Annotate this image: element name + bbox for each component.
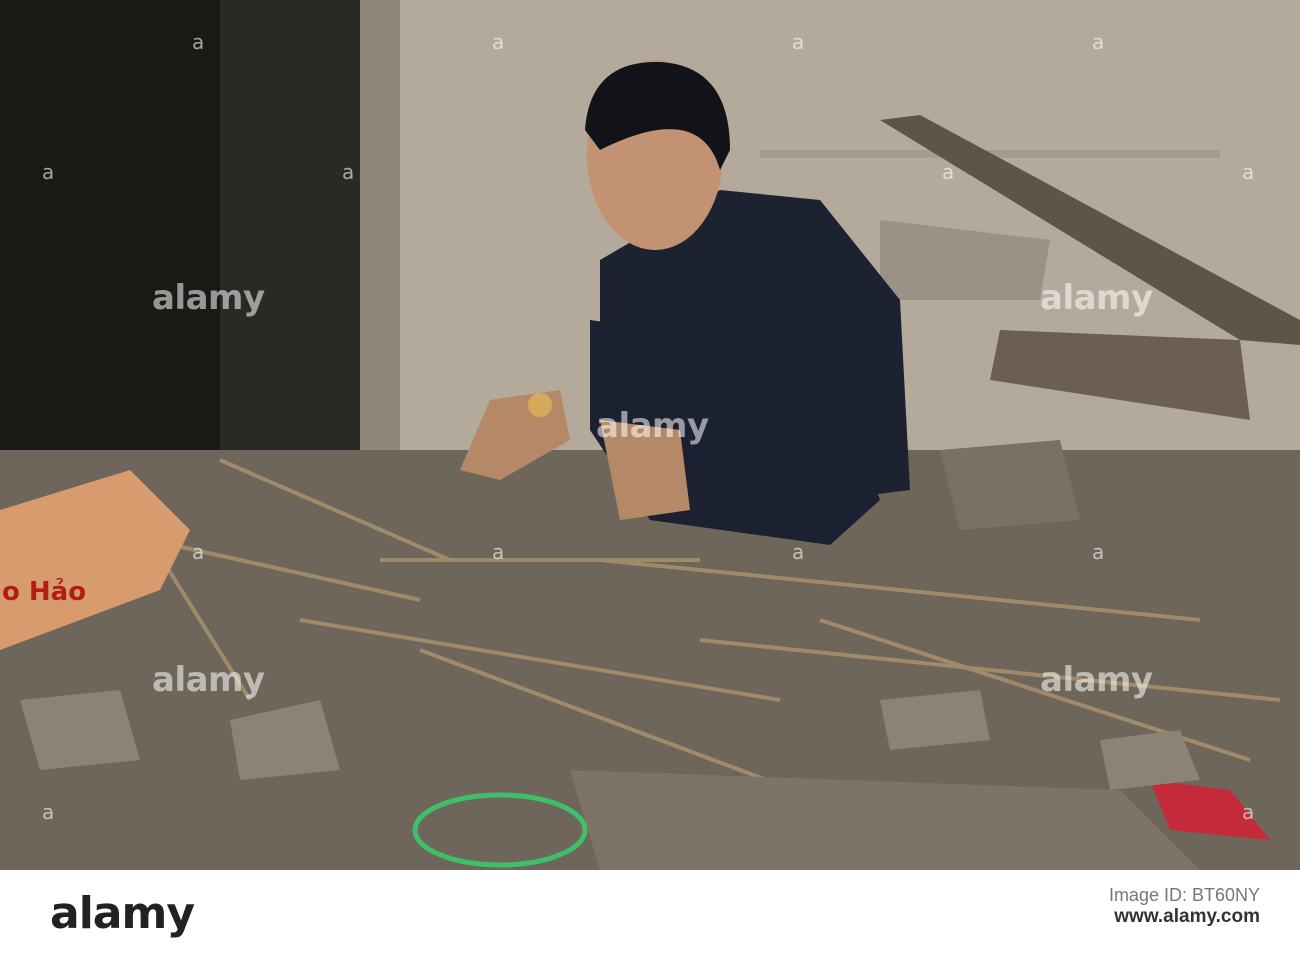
stock-info: Image ID: BT60NY www.alamy.com (1109, 884, 1260, 928)
watermark-bottom-right: alamy (1040, 660, 1153, 700)
watermark-dot-6: a (342, 160, 355, 184)
watermark-dot-4: a (1092, 30, 1105, 54)
watermark-dot-8: a (1242, 160, 1255, 184)
watermark-center: alamy (596, 406, 709, 446)
watermark-dot-10: a (492, 540, 505, 564)
watermark-dot-12: a (1092, 540, 1105, 564)
watermark-bottom-left: alamy (152, 660, 265, 700)
watermark-right: alamy (1040, 278, 1153, 318)
watermark-dot-11: a (792, 540, 805, 564)
watermark-dot-5: a (42, 160, 55, 184)
alamy-logo: alamy (50, 888, 195, 939)
watermark-left: alamy (152, 278, 265, 318)
watermark-dot-3: a (792, 30, 805, 54)
footer-bar: alamy Image ID: BT60NY www.alamy.com (0, 870, 1300, 960)
wall-edge (360, 0, 400, 470)
box-print: o Hảo (2, 576, 86, 607)
photo: o Hảo alamy alamy alamy alamy alamy a a … (0, 0, 1300, 870)
watermark-dot-1: a (192, 30, 205, 54)
site-url: www.alamy.com (1114, 906, 1260, 927)
watermark-dot-2: a (492, 30, 505, 54)
watermark-dot-9: a (192, 540, 205, 564)
rock (940, 440, 1080, 530)
watermark-dot-14: a (1242, 800, 1255, 824)
door-frame (220, 0, 360, 470)
image-id: Image ID: BT60NY (1108, 885, 1260, 905)
watermark-dot-7: a (942, 160, 955, 184)
watermark-dot-13: a (42, 800, 55, 824)
